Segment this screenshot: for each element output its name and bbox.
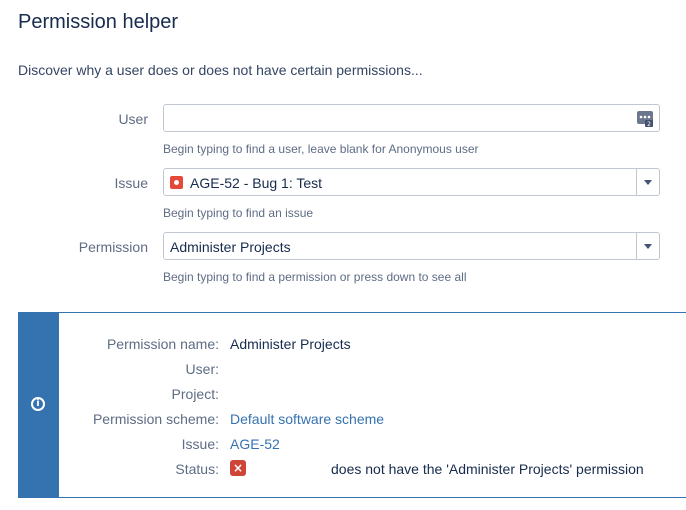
project-label: Project:: [171, 386, 219, 402]
permission-label: Permission: [78, 239, 148, 255]
user-label: User: [118, 111, 148, 127]
result-panel: i Permission name: Administer Projects U…: [18, 312, 686, 498]
svg-text:2: 2: [647, 121, 651, 127]
permission-name-value: Administer Projects: [230, 336, 351, 352]
result-issue-label: Issue:: [181, 436, 219, 452]
permission-select[interactable]: Administer Projects: [163, 232, 660, 260]
result-user-label: User:: [185, 361, 219, 377]
bug-icon: [170, 176, 183, 189]
permission-name-label: Permission name:: [106, 336, 219, 352]
user-help-text: Begin typing to find a user, leave blank…: [163, 142, 479, 156]
chevron-down-icon: [644, 243, 652, 249]
error-x-icon: ×: [230, 460, 246, 476]
permission-dropdown-button[interactable]: [636, 233, 659, 259]
permission-scheme-link[interactable]: Default software scheme: [230, 411, 384, 427]
permission-help-text: Begin typing to find a permission or pre…: [163, 270, 467, 284]
page-subtitle: Discover why a user does or does not hav…: [18, 62, 423, 78]
status-label: Status:: [175, 461, 219, 477]
issue-label: Issue: [114, 175, 148, 191]
permission-scheme-label: Permission scheme:: [92, 411, 219, 427]
user-input[interactable]: 2: [163, 104, 660, 132]
issue-select-value: AGE-52 - Bug 1: Test: [190, 175, 323, 191]
user-picker-icon[interactable]: 2: [637, 111, 653, 132]
issue-dropdown-button[interactable]: [636, 169, 659, 195]
issue-help-text: Begin typing to find an issue: [163, 206, 314, 220]
result-issue-link[interactable]: AGE-52: [230, 436, 280, 452]
permission-select-value: Administer Projects: [170, 239, 291, 255]
issue-select[interactable]: AGE-52 - Bug 1: Test: [163, 168, 660, 196]
page-title: Permission helper: [18, 11, 179, 33]
status-message: does not have the 'Administer Projects' …: [331, 461, 644, 477]
chevron-down-icon: [644, 179, 652, 185]
